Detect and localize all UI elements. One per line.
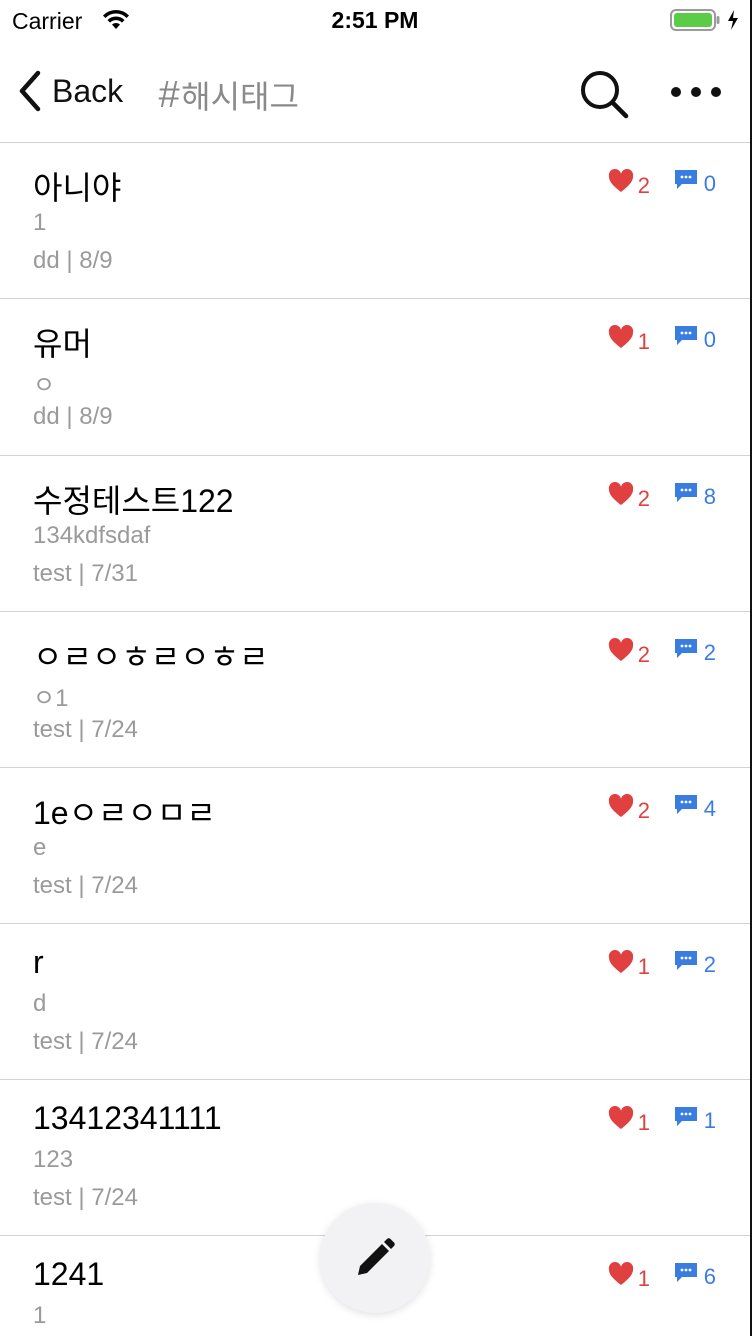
post-title: 수정테스트122 (33, 483, 234, 519)
post-meta: test | 7/24 (33, 1184, 138, 1211)
back-button[interactable]: Back (16, 68, 123, 114)
post-body: d (33, 990, 47, 1017)
post-meta: test | 7/24 (33, 872, 138, 899)
comment-icon (674, 795, 697, 814)
like-count: 2 (608, 169, 650, 197)
post-meta: dd | 8/9 (33, 403, 113, 430)
back-label: Back (52, 72, 124, 109)
like-count-value: 1 (637, 1266, 650, 1291)
comment-count-value: 0 (703, 327, 716, 352)
heart-icon (608, 950, 633, 973)
like-count-value: 2 (637, 642, 650, 667)
like-count-value: 2 (637, 798, 650, 823)
post-title: 13412341111 (33, 1100, 222, 1136)
like-count-value: 2 (637, 173, 650, 198)
comment-icon (674, 1107, 697, 1126)
pencil-icon (358, 1238, 395, 1275)
post-title: r (33, 944, 44, 980)
post-title: ㅇㄹㅇㅎㄹㅇㅎㄹ (33, 639, 269, 675)
post-body: 123 (33, 1146, 74, 1173)
post-body: 134kdfsdaf (33, 522, 151, 549)
post-body: 1 (33, 209, 47, 236)
battery-charging-icon (670, 9, 720, 31)
heart-icon (608, 482, 633, 505)
post-title: 아니야 (33, 170, 122, 206)
more-horizontal-icon[interactable] (668, 80, 724, 104)
post-body: ㅇ1 (33, 685, 69, 712)
screen: Carrier 2:51 PM Back # 해시태그 아니야 1 dd | 8… (0, 0, 752, 1336)
list-item[interactable]: ㅇㄹㅇㅎㄹㅇㅎㄹ ㅇ1 test | 7/24 2 2 (0, 612, 750, 768)
page-title: # 해시태그 (158, 72, 299, 118)
comment-count-value: 0 (703, 171, 716, 196)
list-item[interactable]: 1eㅇㄹㅇㅁㄹ e test | 7/24 2 4 (0, 768, 750, 924)
compose-button[interactable] (320, 1203, 430, 1313)
comment-count: 1 (674, 1106, 716, 1132)
post-list: 아니야 1 dd | 8/9 2 0 유머 ㅇ dd | 8/9 1 0 수정테… (0, 143, 750, 1336)
heart-icon (608, 325, 633, 348)
post-title: 유머 (33, 326, 92, 362)
comment-icon (674, 483, 697, 502)
heart-icon (608, 638, 633, 661)
list-item[interactable]: 유머 ㅇ dd | 8/9 1 0 (0, 299, 750, 456)
heart-icon (608, 1262, 633, 1285)
comment-count: 4 (674, 794, 716, 820)
heart-icon (608, 1106, 633, 1129)
navigation-bar: Back # 해시태그 (0, 40, 750, 143)
post-title: 1241 (33, 1256, 105, 1292)
search-icon[interactable] (578, 68, 630, 120)
comment-icon (674, 170, 697, 189)
list-item[interactable]: r d test | 7/24 1 2 (0, 924, 750, 1080)
comment-count: 8 (674, 482, 716, 508)
like-count: 1 (608, 950, 650, 978)
like-count-value: 1 (637, 1110, 650, 1135)
like-count-value: 2 (637, 486, 650, 511)
comment-count: 2 (674, 950, 716, 976)
heart-icon (608, 169, 633, 192)
like-count: 1 (608, 1262, 650, 1290)
comment-count: 6 (674, 1262, 716, 1288)
list-item[interactable]: 수정테스트122 134kdfsdaf test | 7/31 2 8 (0, 456, 750, 612)
comment-icon (674, 326, 697, 345)
comment-count-value: 4 (703, 796, 716, 821)
charging-bolt-icon (728, 10, 738, 30)
heart-icon (608, 794, 633, 817)
comment-count: 0 (674, 325, 716, 351)
post-body: e (33, 834, 47, 861)
post-body: ㅇ (33, 372, 56, 399)
comment-icon (674, 639, 697, 658)
post-meta: dd | 8/9 (33, 247, 113, 274)
post-meta: test | 7/31 (33, 560, 138, 587)
like-count: 2 (608, 638, 650, 666)
like-count: 2 (608, 482, 650, 510)
like-count-value: 1 (637, 329, 650, 354)
comment-count-value: 2 (703, 952, 716, 977)
chevron-left-icon (19, 70, 41, 112)
comment-count: 0 (674, 169, 716, 195)
comment-count-value: 8 (703, 484, 716, 509)
comment-icon (674, 1263, 697, 1282)
status-bar: Carrier 2:51 PM (0, 0, 750, 40)
comment-icon (674, 951, 697, 970)
post-meta: test | 7/24 (33, 1028, 138, 1055)
post-title: 1eㅇㄹㅇㅁㄹ (33, 795, 216, 831)
like-count-value: 1 (637, 954, 650, 979)
comment-count-value: 1 (703, 1108, 716, 1133)
like-count: 2 (608, 794, 650, 822)
page-title-text: 해시태그 (181, 79, 299, 115)
hashtag-icon: # (158, 73, 180, 116)
comment-count-value: 2 (703, 640, 716, 665)
post-body: 1 (33, 1302, 47, 1329)
comment-count: 2 (674, 638, 716, 664)
like-count: 1 (608, 325, 650, 353)
status-time: 2:51 PM (331, 7, 419, 33)
post-meta: test | 7/24 (33, 716, 138, 743)
list-item[interactable]: 아니야 1 dd | 8/9 2 0 (0, 143, 750, 299)
comment-count-value: 6 (703, 1264, 716, 1289)
like-count: 1 (608, 1106, 650, 1134)
